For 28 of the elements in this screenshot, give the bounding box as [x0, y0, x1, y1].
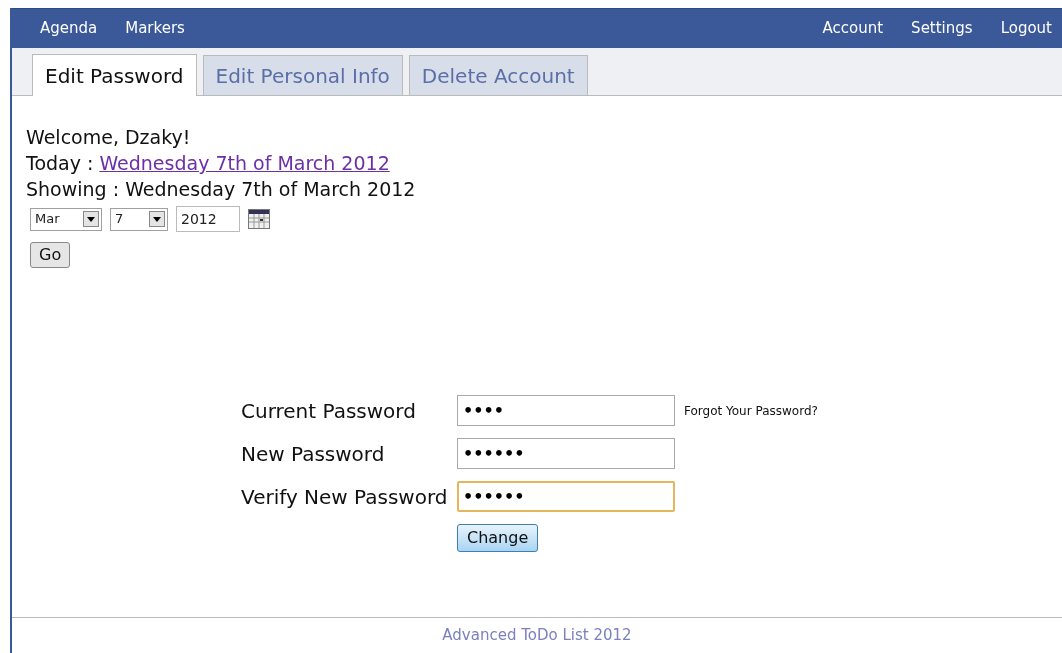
nav-link[interactable]: Agenda	[40, 17, 98, 40]
go-button[interactable]: Go	[30, 242, 71, 268]
caret-icon	[149, 211, 165, 227]
nav-link[interactable]: Markers	[125, 17, 185, 40]
nav-link[interactable]: Logout	[1000, 17, 1052, 40]
dropdown[interactable]: Mar	[30, 207, 102, 231]
dropdown[interactable]: 7	[110, 207, 168, 231]
tab[interactable]: Delete Account	[408, 55, 588, 95]
password-field[interactable]: ••••	[457, 395, 675, 426]
today-link[interactable]: Wednesday 7th of March 2012	[99, 150, 390, 176]
forgot-password-link[interactable]: Forgot Your Password?	[684, 401, 818, 420]
password-field[interactable]: ••••••	[457, 438, 675, 469]
welcome-text: Welcome, Dzaky!	[26, 125, 192, 150]
footer-text: Advanced ToDo List 2012	[442, 625, 632, 647]
nav-link[interactable]: Account	[822, 17, 884, 40]
tab[interactable]: Edit Password	[32, 54, 197, 96]
caret-icon	[83, 211, 99, 227]
change-button[interactable]: Change	[457, 524, 539, 552]
calendar-icon[interactable]	[248, 209, 270, 229]
field-label: Verify New Password	[241, 483, 449, 511]
today-label: Today :	[26, 151, 94, 176]
password-field[interactable]: ••••••	[457, 481, 675, 512]
field-label: Current Password	[241, 397, 417, 425]
year-field[interactable]: 2012	[176, 206, 240, 232]
field-label: New Password	[241, 440, 386, 468]
nav-link[interactable]: Settings	[911, 17, 973, 40]
tab[interactable]: Edit Personal Info	[202, 55, 403, 95]
showing-text: Showing : Wednesday 7th of March 2012	[26, 177, 417, 202]
